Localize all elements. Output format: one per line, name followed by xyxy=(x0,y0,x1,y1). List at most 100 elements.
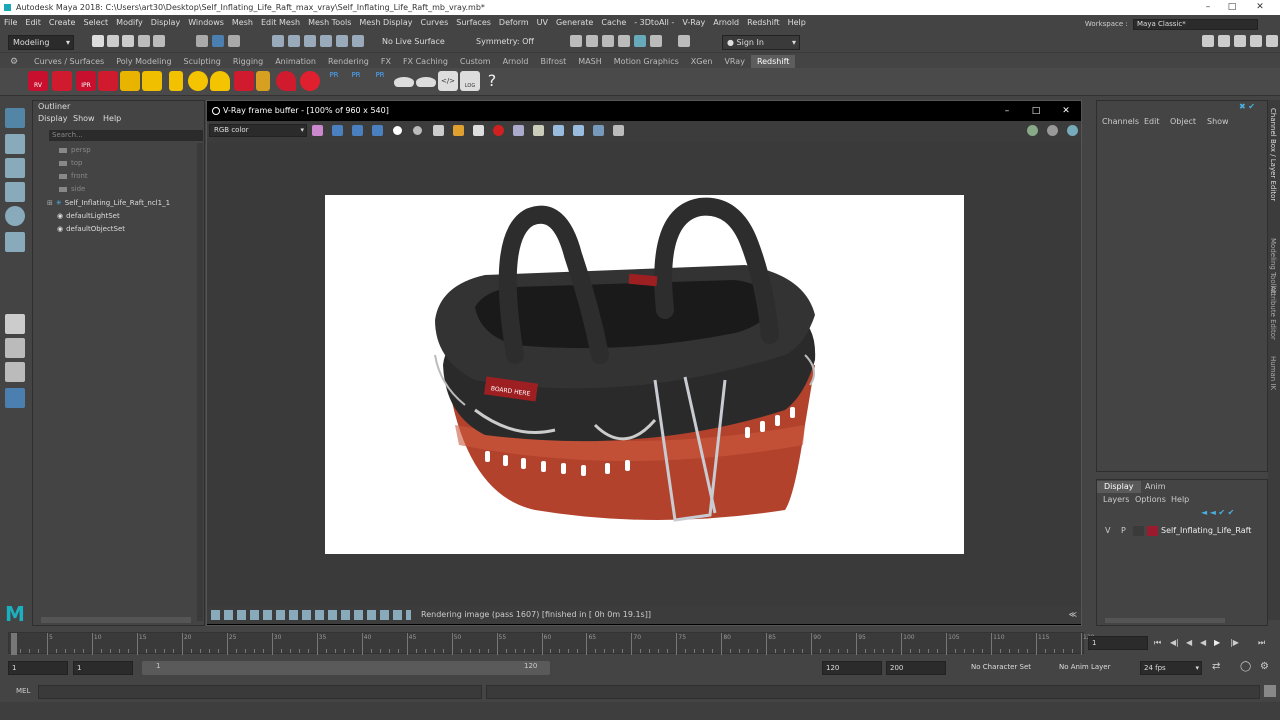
outliner-item-lightset[interactable]: ◉ defaultLightSet xyxy=(57,210,120,222)
modeling-toolkit-icon[interactable] xyxy=(1202,35,1214,47)
auto-key-icon[interactable]: ◯ xyxy=(1240,661,1251,672)
light-ies-icon[interactable] xyxy=(256,71,270,91)
layer-visibility-toggle[interactable]: V xyxy=(1105,524,1110,538)
redshift-rv-icon[interactable]: RV xyxy=(28,71,48,91)
tool-settings-icon[interactable] xyxy=(1234,35,1246,47)
open-scene-icon[interactable] xyxy=(107,35,119,47)
hypershade-icon[interactable] xyxy=(634,35,646,47)
redshift-cube-icon[interactable] xyxy=(52,71,72,91)
menu-help[interactable]: Help xyxy=(784,15,810,30)
menu-windows[interactable]: Windows xyxy=(184,15,228,30)
render-dish2-icon[interactable] xyxy=(416,77,436,87)
menu-cache[interactable]: Cache xyxy=(597,15,630,30)
undo-icon[interactable] xyxy=(138,35,150,47)
paint-select-icon[interactable] xyxy=(5,158,25,178)
play-backwards-icon[interactable]: ◀ xyxy=(1200,638,1209,647)
menu-v-ray[interactable]: V-Ray xyxy=(678,15,709,30)
select-tool-icon[interactable] xyxy=(5,108,25,128)
step-forward-frame-icon[interactable]: |▶ xyxy=(1230,638,1239,647)
shelf-tab-curves-surfaces[interactable]: Curves / Surfaces xyxy=(28,55,110,68)
fps-dropdown[interactable]: 24 fps ▾ xyxy=(1140,661,1202,675)
mono-icon[interactable] xyxy=(413,126,422,135)
snap-grid-icon[interactable] xyxy=(272,35,284,47)
lens-effects-icon[interactable] xyxy=(593,125,604,136)
play-forwards-icon[interactable]: ▶ xyxy=(1214,638,1223,647)
anim-prefs-icon[interactable]: ⚙ xyxy=(1260,661,1269,672)
layer-row[interactable]: V P Self_Inflating_Life_Raft xyxy=(1099,524,1266,538)
anim-layer-dropdown[interactable]: No Anim Layer xyxy=(1056,661,1132,675)
current-frame-field[interactable]: 1 xyxy=(1088,636,1148,650)
outliner-menu-help[interactable]: Help xyxy=(103,114,121,123)
layout-icon[interactable] xyxy=(1266,35,1278,47)
menu-3dtoall[interactable]: - 3DtoAll - xyxy=(630,15,678,30)
outliner-layout-icon[interactable] xyxy=(5,388,25,408)
track-mouse-icon[interactable] xyxy=(533,125,544,136)
tab-human-ik[interactable]: Human IK xyxy=(1269,356,1277,390)
outliner-hscrollbar[interactable] xyxy=(41,617,191,623)
outliner-search-input[interactable]: Search... xyxy=(49,130,203,141)
vfb-close-icon[interactable]: ✕ xyxy=(1052,101,1080,121)
loop-icon[interactable]: ⇄ xyxy=(1212,661,1220,672)
menu-display[interactable]: Display xyxy=(147,15,185,30)
move-tool-icon[interactable] xyxy=(5,182,25,202)
script-editor-icon[interactable] xyxy=(1264,685,1276,697)
layer-toolbar-icons[interactable]: ◄ ◄ ✔ ✔ xyxy=(1201,508,1234,517)
save-image-icon[interactable] xyxy=(433,125,444,136)
link-viewport-icon[interactable] xyxy=(573,125,584,136)
render-dish-icon[interactable] xyxy=(394,77,414,87)
redshift-pr1-icon[interactable]: PR xyxy=(324,71,344,91)
shelf-tab-rendering[interactable]: Rendering xyxy=(322,55,375,68)
select-object-icon[interactable] xyxy=(212,35,224,47)
expand-icon[interactable]: ⊞ xyxy=(47,199,53,207)
render-view-icon[interactable] xyxy=(650,35,662,47)
pause-icon[interactable] xyxy=(678,35,690,47)
shelf-tab-xgen[interactable]: XGen xyxy=(685,55,719,68)
vfb-render-icon[interactable] xyxy=(1067,125,1078,136)
shelf-tab-fx[interactable]: FX xyxy=(375,55,397,68)
menu-generate[interactable]: Generate xyxy=(552,15,597,30)
shelf-tab-fx-caching[interactable]: FX Caching xyxy=(397,55,454,68)
current-time-marker[interactable] xyxy=(11,633,17,655)
tab-channel-box[interactable]: Channel Box / Layer Editor xyxy=(1269,108,1277,201)
redshift-pr2-icon[interactable]: PR xyxy=(346,71,366,91)
redshift-render-icon[interactable] xyxy=(98,71,118,91)
menu-arnold[interactable]: Arnold xyxy=(709,15,743,30)
shelf-tab-motion-graphics[interactable]: Motion Graphics xyxy=(608,55,685,68)
script-editor-icon[interactable]: </> xyxy=(438,71,458,91)
channel-menu-edit[interactable]: Edit xyxy=(1144,117,1160,126)
menu-redshift[interactable]: Redshift xyxy=(743,15,783,30)
help-icon[interactable]: ? xyxy=(482,71,502,91)
shelf-tab-animation[interactable]: Animation xyxy=(269,55,322,68)
layer-tab-display[interactable]: Display xyxy=(1097,481,1141,493)
shelf-tab-redshift[interactable]: Redshift xyxy=(750,55,796,68)
range-bar[interactable]: 1 120 xyxy=(142,661,550,675)
redshift-proxy-icon[interactable] xyxy=(120,71,140,91)
redo-icon[interactable] xyxy=(153,35,165,47)
outliner-item-persp[interactable]: persp xyxy=(59,144,91,156)
outliner-item-top[interactable]: top xyxy=(59,157,82,169)
vfb-settings-icon[interactable] xyxy=(1027,125,1038,136)
live-surface-field[interactable]: No Live Surface xyxy=(378,35,456,50)
time-ruler[interactable]: 1510152025303540455055606570758085909510… xyxy=(8,632,1094,655)
redshift-volume-icon[interactable] xyxy=(142,71,162,91)
layer-playback-toggle[interactable]: P xyxy=(1121,524,1126,538)
shelf-tab-rigging[interactable]: Rigging xyxy=(227,55,269,68)
menu-edit[interactable]: Edit xyxy=(21,15,45,30)
channel-box-icon[interactable] xyxy=(1250,35,1262,47)
log-icon[interactable]: LOG xyxy=(460,71,480,91)
blue-channel-icon[interactable] xyxy=(372,125,383,136)
layer-menu-options[interactable]: Options xyxy=(1135,495,1166,504)
redshift-pr3-icon[interactable]: PR xyxy=(370,71,390,91)
outliner-scrollbar[interactable] xyxy=(197,143,203,621)
sign-in-button[interactable]: ● Sign In ▾ xyxy=(722,35,800,50)
clear-image-icon[interactable] xyxy=(473,125,484,136)
symmetry-field[interactable]: Symmetry: Off xyxy=(472,35,552,50)
layer-scrollbar[interactable] xyxy=(1105,618,1225,623)
vfb-viewport[interactable]: BOARD HERE xyxy=(207,142,1081,606)
shelf-tab-bifrost[interactable]: Bifrost xyxy=(534,55,572,68)
outliner-menu-display[interactable]: Display xyxy=(38,114,68,123)
channel-box-icons[interactable]: ✖ ✔ xyxy=(1239,102,1255,111)
ipr-render-icon[interactable] xyxy=(602,35,614,47)
select-hierarchy-icon[interactable] xyxy=(196,35,208,47)
region-render-icon[interactable] xyxy=(513,125,524,136)
